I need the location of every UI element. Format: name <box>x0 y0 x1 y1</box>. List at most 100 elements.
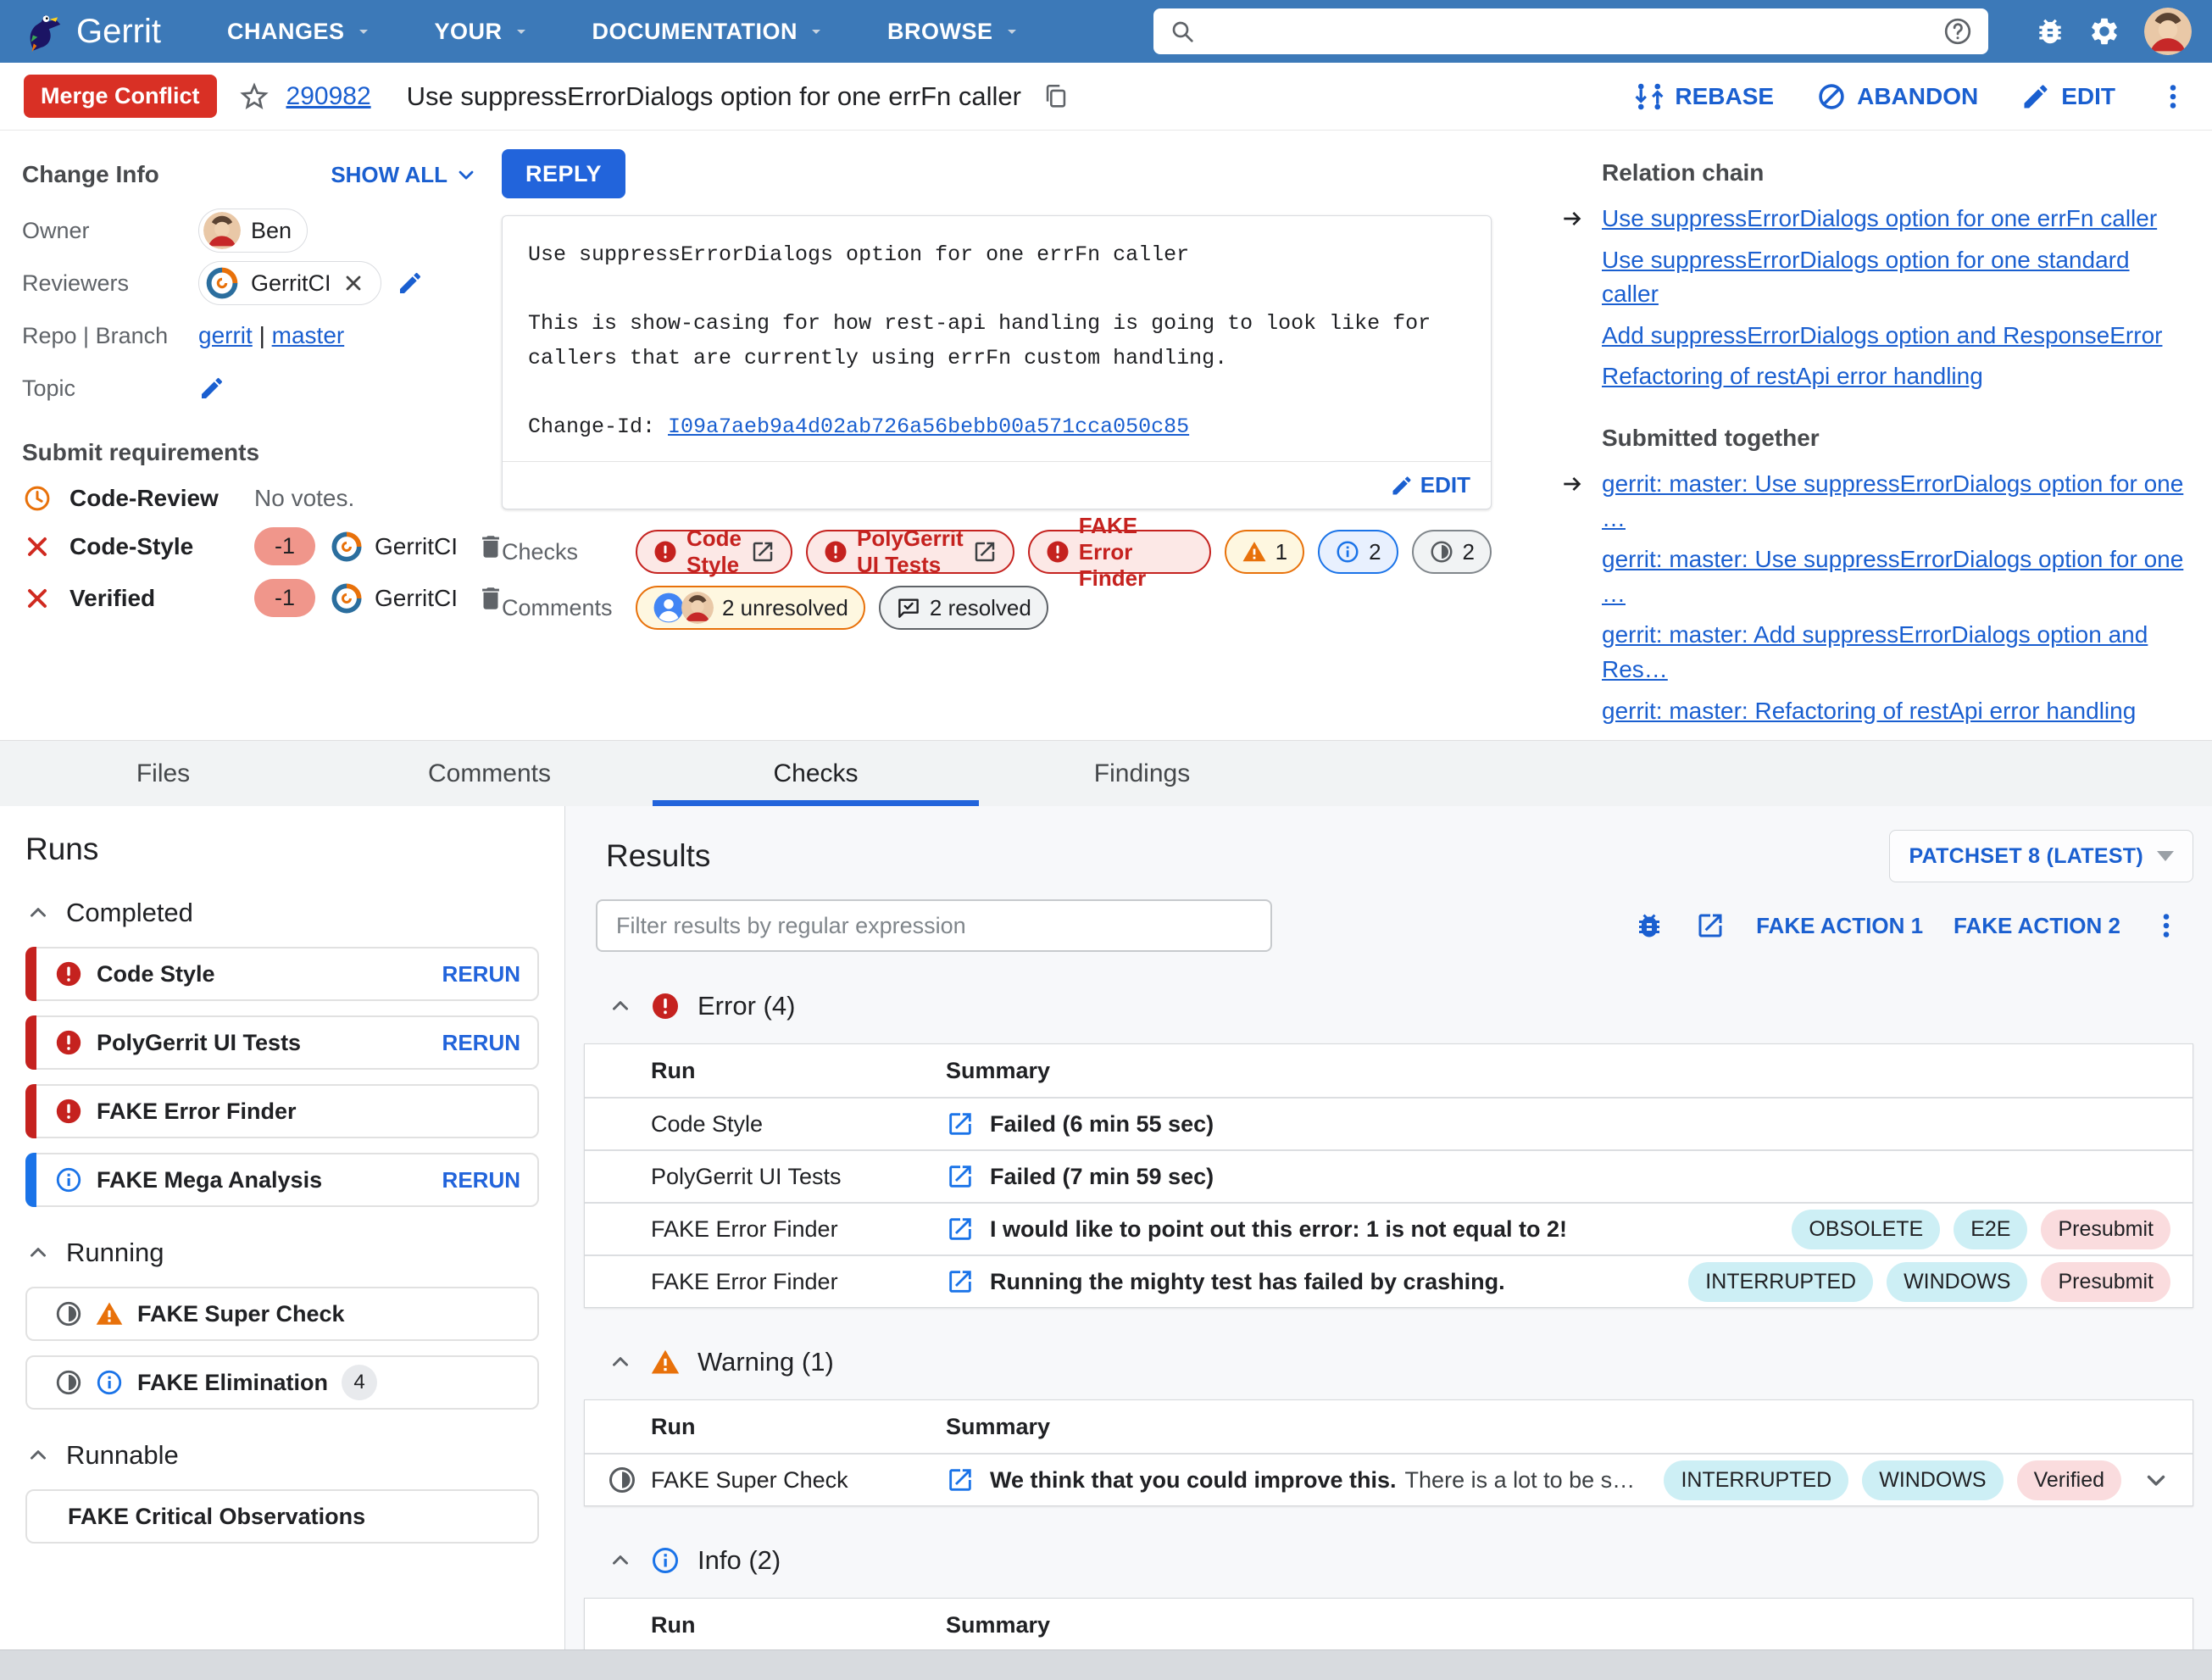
patchset-dropdown[interactable]: PATCHSET 8 (LATEST) <box>1889 830 2193 883</box>
check-chip-running[interactable]: 2 <box>1411 530 1492 574</box>
relation-chain-link[interactable]: Add suppressErrorDialogs option and Resp… <box>1602 322 2162 348</box>
repo-link[interactable]: gerrit <box>198 322 253 348</box>
check-chip-warning[interactable]: 1 <box>1224 530 1305 574</box>
runs-section-runnable[interactable]: Runnable <box>25 1440 539 1471</box>
fake-action-2-button[interactable]: FAKE ACTION 2 <box>1954 913 2120 939</box>
rerun-button[interactable]: RERUN <box>442 961 520 987</box>
gerrit-app: Gerrit CHANGES YOUR DOCUMENTATION BROWSE Me… <box>0 0 2212 1680</box>
menu-changes[interactable]: CHANGES <box>197 0 404 63</box>
reviewer-chip[interactable]: GerritCI <box>198 261 381 305</box>
external-link-icon[interactable] <box>946 1466 975 1494</box>
owner-chip[interactable]: Ben <box>198 209 308 253</box>
abandon-label: ABANDON <box>1857 82 1979 109</box>
tab-findings[interactable]: Findings <box>979 741 1305 806</box>
show-all-button[interactable]: SHOW ALL <box>331 162 478 188</box>
fake-action-1-button[interactable]: FAKE ACTION 1 <box>1756 913 1923 939</box>
change-number-link[interactable]: 290982 <box>286 82 371 111</box>
check-chip-info[interactable]: 2 <box>1318 530 1398 574</box>
branch-link[interactable]: master <box>272 322 345 348</box>
external-link-icon[interactable] <box>946 1162 975 1191</box>
edit-button[interactable]: EDIT <box>2020 81 2115 112</box>
submitted-together-link[interactable]: gerrit: master: Add suppressErrorDialogs… <box>1602 621 2148 682</box>
submit-requirement-row: Code-Style -1 GerritCI <box>22 527 499 565</box>
column-summary: Summary <box>946 1611 1051 1638</box>
column-run: Run <box>607 1612 946 1638</box>
run-card[interactable]: FAKE Error Finder <box>25 1084 539 1139</box>
expand-row-icon[interactable] <box>2142 1466 2170 1494</box>
run-card[interactable]: FAKE Mega Analysis RERUN <box>25 1153 539 1208</box>
run-card[interactable]: PolyGerrit UI Tests RERUN <box>25 1015 539 1071</box>
submitted-together-item: gerrit: master: Add suppressErrorDialogs… <box>1602 618 2190 687</box>
runs-section-completed[interactable]: Completed <box>25 898 539 928</box>
remove-reviewer-icon[interactable] <box>342 271 365 295</box>
summary-headline: We think that you could improve this. <box>990 1466 1397 1493</box>
copy-icon[interactable] <box>1042 82 1070 111</box>
menu-browse[interactable]: BROWSE <box>857 0 1053 63</box>
error-icon <box>54 960 83 988</box>
submitted-together-link[interactable]: gerrit: master: Use suppressErrorDialogs… <box>1602 546 2183 607</box>
more-options-icon[interactable] <box>2151 910 2181 941</box>
run-card[interactable]: FAKE Super Check <box>25 1287 539 1342</box>
edit-reviewers-icon[interactable] <box>397 270 424 297</box>
table-header-row: Run Summary <box>585 1044 2193 1097</box>
check-chip-error[interactable]: PolyGerrit UI Tests <box>806 526 1014 577</box>
help-icon[interactable] <box>1942 16 1973 47</box>
result-row[interactable]: FAKE Error Finder Running the mighty test… <box>585 1254 2193 1307</box>
run-card[interactable]: FAKE Elimination 4 <box>25 1355 539 1410</box>
reply-button[interactable]: REPLY <box>502 149 626 198</box>
edit-topic-icon[interactable] <box>198 375 225 402</box>
check-chip-error[interactable]: FAKE Error Finder <box>1027 513 1211 591</box>
check-chip-error[interactable]: Code Style <box>636 526 792 577</box>
rerun-button[interactable]: RERUN <box>442 1167 520 1193</box>
relation-chain-link[interactable]: Refactoring of restApi error handling <box>1602 363 1983 389</box>
external-link-icon[interactable] <box>946 1110 975 1138</box>
change-id-link[interactable]: I09a7aeb9a4d02ab726a56bebb00a571cca050c8… <box>668 414 1189 439</box>
results-section-info[interactable]: Info (2) <box>608 1545 2193 1576</box>
relation-chain-link[interactable]: Use suppressErrorDialogs option for one … <box>1602 205 2157 231</box>
warning-icon <box>1242 539 1267 565</box>
edit-commit-button[interactable]: EDIT <box>1390 472 1470 498</box>
resolved-comments-chip[interactable]: 2 resolved <box>878 586 1048 630</box>
abandon-button[interactable]: ABANDON <box>1816 81 1978 112</box>
filter-input[interactable] <box>596 899 1272 953</box>
results-section-warning[interactable]: Warning (1) <box>608 1347 2193 1377</box>
result-row[interactable]: FAKE Super Check We think that you could … <box>585 1453 2193 1505</box>
bug-report-icon[interactable] <box>2034 15 2066 47</box>
menu-your[interactable]: YOUR <box>404 0 562 63</box>
star-icon[interactable] <box>237 80 271 114</box>
rerun-button[interactable]: RERUN <box>442 1030 520 1056</box>
external-link-icon <box>972 539 998 565</box>
edit-label: EDIT <box>2061 82 2115 109</box>
result-row[interactable]: FAKE Error Finder I would like to point o… <box>585 1202 2193 1254</box>
settings-gear-icon[interactable] <box>2088 15 2120 47</box>
user-avatar[interactable] <box>2144 8 2192 55</box>
results-section-error[interactable]: Error (4) <box>608 991 2193 1021</box>
result-row[interactable]: Code Style Failed (6 min 55 sec) <box>585 1097 2193 1149</box>
run-card[interactable]: FAKE Critical Observations <box>25 1489 539 1544</box>
runs-section-running[interactable]: Running <box>25 1238 539 1268</box>
delete-vote-icon[interactable] <box>476 584 505 613</box>
external-link-icon[interactable] <box>1695 910 1726 941</box>
tab-files[interactable]: Files <box>0 741 326 806</box>
bug-report-icon[interactable] <box>1634 910 1665 941</box>
relation-chain-item: Add suppressErrorDialogs option and Resp… <box>1602 319 2190 353</box>
result-row[interactable]: PolyGerrit UI Tests Failed (7 min 59 sec) <box>585 1149 2193 1202</box>
unresolved-comments-chip[interactable]: 2 unresolved <box>636 586 865 630</box>
menu-documentation[interactable]: DOCUMENTATION <box>562 0 857 63</box>
rebase-button[interactable]: REBASE <box>1634 81 1774 112</box>
submitted-together-link[interactable]: gerrit: master: Use suppressErrorDialogs… <box>1602 470 2183 531</box>
delete-vote-icon[interactable] <box>476 532 505 561</box>
search-bar <box>1153 8 1988 54</box>
runs-section-title: Runnable <box>66 1440 179 1471</box>
run-card[interactable]: Code Style RERUN <box>25 947 539 1002</box>
chip-label: 2 resolved <box>929 594 1031 620</box>
relation-chain-link[interactable]: Use suppressErrorDialogs option for one … <box>1602 247 2130 308</box>
gerrit-logo[interactable]: Gerrit <box>20 8 161 54</box>
search-input[interactable] <box>1208 18 1931 45</box>
more-options-icon[interactable] <box>2158 81 2188 112</box>
submitted-together-link[interactable]: gerrit: master: Refactoring of restApi e… <box>1602 698 2136 724</box>
external-link-icon[interactable] <box>946 1215 975 1243</box>
external-link-icon[interactable] <box>946 1267 975 1296</box>
tab-checks[interactable]: Checks <box>653 741 979 807</box>
tab-comments[interactable]: Comments <box>326 741 653 806</box>
